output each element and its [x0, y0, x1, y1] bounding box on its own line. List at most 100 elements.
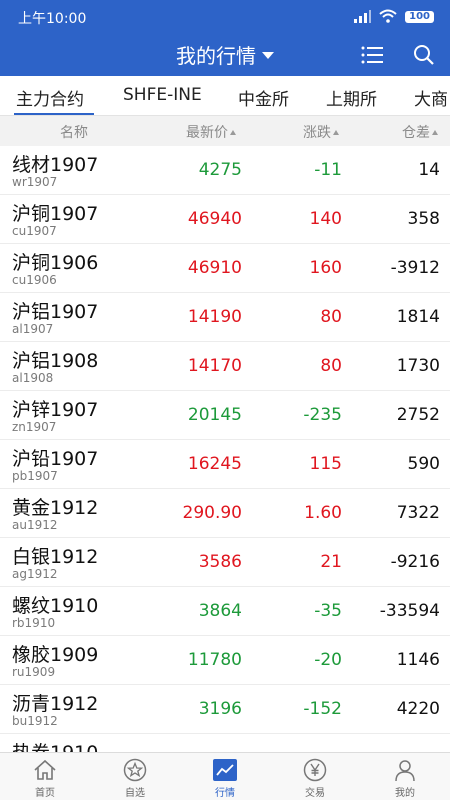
quote-row[interactable]: 热卷1910	[0, 734, 450, 752]
column-header: 名称 最新价 涨跌 仓差	[0, 116, 450, 146]
tab-dce[interactable]: 大商	[414, 85, 448, 110]
contract-name: 沪铜1907	[12, 203, 99, 225]
open-interest-change: 1730	[396, 356, 440, 376]
list-icon	[361, 46, 383, 64]
quote-list: 线材1907 wr1907 4275 -11 14 沪铜1907 cu1907 46940 1…	[0, 146, 450, 752]
contract-code: zn1907	[12, 420, 57, 434]
last-price: 11780	[187, 650, 242, 670]
col-oi-sort[interactable]: 仓差	[402, 122, 438, 142]
nav-label: 首页	[35, 788, 55, 799]
status-time: 上午10:00	[18, 11, 87, 27]
col-name: 名称	[60, 125, 88, 141]
tab-main-contracts[interactable]: 主力合约	[16, 85, 84, 110]
price-change: 80	[320, 307, 342, 327]
col-change-sort[interactable]: 涨跌	[303, 122, 339, 142]
last-price: 3864	[198, 601, 242, 621]
quote-row[interactable]: 沪铅1907 pb1907 16245 115 590	[0, 440, 450, 489]
last-price: 20145	[187, 405, 242, 425]
sort-arrow-icon	[333, 130, 339, 135]
quote-row[interactable]: 沪铝1908 al1908 14170 80 1730	[0, 342, 450, 391]
contract-name: 沪铅1907	[12, 448, 99, 470]
tab-shfe-ine[interactable]: SHFE-INE	[123, 85, 202, 105]
search-button[interactable]	[411, 42, 437, 68]
nav-profile[interactable]: 我的	[360, 753, 450, 800]
status-icons: 100	[353, 8, 434, 26]
contract-code: au1912	[12, 518, 58, 532]
quote-row[interactable]: 白银1912 ag1912 3586 21 -9216	[0, 538, 450, 587]
contract-code: al1908	[12, 371, 54, 385]
last-price: 290.90	[182, 503, 242, 523]
nav-label: 行情	[215, 788, 235, 799]
user-icon	[392, 758, 418, 782]
contract-name: 螺纹1910	[12, 595, 99, 617]
price-change: -235	[303, 405, 342, 425]
contract-name: 线材1907	[12, 154, 99, 176]
yen-icon	[302, 758, 328, 782]
quote-row[interactable]: 沪锌1907 zn1907 20145 -235 2752	[0, 391, 450, 440]
last-price: 4275	[198, 160, 242, 180]
last-price: 16245	[187, 454, 242, 474]
nav-market[interactable]: 行情	[180, 753, 270, 800]
sort-arrow-icon	[432, 130, 438, 135]
nav-label: 交易	[305, 788, 325, 799]
tab-shfe[interactable]: 上期所	[326, 85, 377, 110]
nav-trade[interactable]: 交易	[270, 753, 360, 800]
quote-row[interactable]: 黄金1912 au1912 290.90 1.60 7322	[0, 489, 450, 538]
contract-name: 沥青1912	[12, 693, 99, 715]
quote-row[interactable]: 线材1907 wr1907 4275 -11 14	[0, 146, 450, 195]
open-interest-change: -3912	[390, 258, 440, 278]
bottom-nav: 首页 自选 行情 交易 我的	[0, 752, 450, 800]
open-interest-change: 2752	[396, 405, 440, 425]
quote-row[interactable]: 橡胶1909 ru1909 11780 -20 1146	[0, 636, 450, 685]
contract-code: cu1906	[12, 273, 57, 287]
nav-label: 自选	[125, 788, 145, 799]
quote-row[interactable]: 沥青1912 bu1912 3196 -152 4220	[0, 685, 450, 734]
quote-row[interactable]: 沪铜1907 cu1907 46940 140 358	[0, 195, 450, 244]
price-change: -11	[314, 160, 342, 180]
open-interest-change: -9216	[390, 552, 440, 572]
contract-name: 沪铝1907	[12, 301, 99, 323]
tab-cffex[interactable]: 中金所	[238, 85, 289, 110]
page-title: 我的行情	[176, 44, 256, 68]
open-interest-change: 1146	[396, 650, 440, 670]
last-price: 3196	[198, 699, 242, 719]
contract-name: 白银1912	[12, 546, 99, 568]
contract-code: al1907	[12, 322, 54, 336]
app-header: 我的行情	[0, 34, 450, 76]
open-interest-change: -33594	[379, 601, 440, 621]
contract-name: 沪铝1908	[12, 350, 99, 372]
open-interest-change: 4220	[396, 699, 440, 719]
signal-icon	[353, 8, 372, 27]
col-oi-label: 仓差	[402, 125, 430, 141]
last-price: 46940	[187, 209, 242, 229]
open-interest-change: 1814	[396, 307, 440, 327]
list-menu-button[interactable]	[359, 42, 385, 68]
price-change: -152	[303, 699, 342, 719]
nav-watchlist[interactable]: 自选	[90, 753, 180, 800]
open-interest-change: 358	[407, 209, 440, 229]
quote-row[interactable]: 沪铝1907 al1907 14190 80 1814	[0, 293, 450, 342]
col-change-label: 涨跌	[303, 125, 331, 141]
nav-home[interactable]: 首页	[0, 753, 90, 800]
quote-row[interactable]: 螺纹1910 rb1910 3864 -35 -33594	[0, 587, 450, 636]
price-change: 140	[309, 209, 342, 229]
contract-code: ag1912	[12, 567, 58, 581]
star-icon	[122, 758, 148, 782]
price-change: 1.60	[304, 503, 342, 523]
quote-row[interactable]: 沪铜1906 cu1906 46910 160 -3912	[0, 244, 450, 293]
price-change: 160	[309, 258, 342, 278]
open-interest-change: 590	[407, 454, 440, 474]
battery-indicator: 100	[405, 11, 434, 23]
price-change: 21	[320, 552, 342, 572]
sort-arrow-icon	[230, 130, 236, 135]
last-price: 14170	[187, 356, 242, 376]
search-icon	[414, 45, 434, 65]
col-price-label: 最新价	[186, 125, 228, 141]
last-price: 14190	[187, 307, 242, 327]
contract-name: 沪锌1907	[12, 399, 99, 421]
open-interest-change: 14	[418, 160, 440, 180]
status-bar: 上午10:00 100	[0, 0, 450, 34]
contract-code: bu1912	[12, 714, 58, 728]
contract-code: pb1907	[12, 469, 58, 483]
col-price-sort[interactable]: 最新价	[186, 122, 236, 142]
